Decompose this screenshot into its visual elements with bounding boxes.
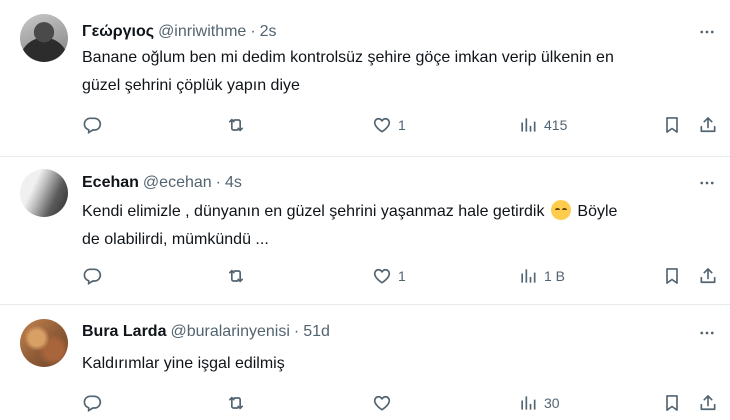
like-count: 1 (398, 117, 406, 133)
more-icon[interactable] (698, 174, 716, 192)
bookmark-button[interactable] (662, 264, 682, 288)
timestamp[interactable]: 51d (303, 323, 330, 341)
tweet-text-line: Kendi elimizle , dünyanın en güzel şehri… (82, 198, 718, 226)
reply-icon (82, 393, 102, 413)
tweet-text: Kaldırımlar yine işgal edilmiş (82, 350, 718, 378)
views-icon (518, 266, 538, 286)
retweet-icon (226, 393, 246, 413)
reply-button[interactable] (82, 264, 102, 288)
avatar[interactable] (20, 14, 68, 62)
views-icon (518, 393, 538, 413)
author-handle[interactable]: @buralarinyenisi (170, 323, 289, 341)
heart-icon (372, 393, 392, 413)
share-button[interactable] (698, 391, 718, 415)
reply-button[interactable] (82, 391, 102, 415)
tweet-header: Ecehan @ecehan · 4s (82, 172, 242, 194)
retweet-button[interactable] (226, 391, 246, 415)
tweet-text-line: güzel şehrini çöplük yapın diye (82, 77, 300, 94)
separator-dot: · (250, 23, 256, 40)
reply-button[interactable] (82, 113, 102, 137)
like-count: 1 (398, 268, 406, 284)
more-icon[interactable] (698, 23, 716, 41)
views-icon (518, 115, 538, 135)
views-button[interactable]: 30 (518, 391, 560, 415)
more-icon[interactable] (698, 324, 716, 342)
reply-icon (82, 115, 102, 135)
views-button[interactable]: 1 B (518, 264, 565, 288)
tweet-header: Γεώργιος @inriwithme · 2s (82, 21, 277, 43)
share-button[interactable] (698, 264, 718, 288)
views-button[interactable]: 415 (518, 113, 567, 137)
like-button[interactable]: 1 (372, 264, 406, 288)
heart-icon (372, 266, 392, 286)
action-bar: 30 (0, 391, 730, 415)
bookmark-icon (662, 115, 682, 135)
author-handle[interactable]: @ecehan (143, 174, 212, 192)
tweet-text-line: de olabilirdi, mümkündü ... (82, 231, 269, 248)
tweet[interactable]: Γεώργιος @inriwithme · 2s Banane oğlum b… (0, 0, 730, 156)
avatar[interactable] (20, 319, 68, 367)
author-name[interactable]: Bura Larda (82, 323, 166, 341)
bookmark-icon (662, 393, 682, 413)
tweet[interactable]: Bura Larda @buralarinyenisi · 51d Kaldır… (0, 305, 730, 420)
retweet-button[interactable] (226, 264, 246, 288)
timestamp[interactable]: 2s (260, 23, 277, 41)
like-button[interactable]: 1 (372, 113, 406, 137)
action-bar: 1 415 (0, 113, 730, 137)
heart-icon (372, 115, 392, 135)
view-count: 415 (544, 117, 568, 133)
action-bar: 1 1 B (0, 264, 730, 288)
reply-icon (82, 266, 102, 286)
tweet-text-part: Kendi elimizle , dünyanın en güzel şehri… (82, 203, 545, 220)
tweet-header: Bura Larda @buralarinyenisi · 51d (82, 321, 330, 343)
tweet-text-line: Kaldırımlar yine işgal edilmiş (82, 355, 285, 372)
author-name[interactable]: Ecehan (82, 174, 139, 192)
separator-dot: · (215, 174, 221, 191)
share-icon (698, 115, 718, 135)
avatar[interactable] (20, 169, 68, 217)
separator-dot: · (293, 323, 300, 340)
share-icon (698, 266, 718, 286)
retweet-button[interactable] (226, 113, 246, 137)
timestamp[interactable]: 4s (225, 174, 242, 192)
like-button[interactable] (372, 391, 392, 415)
bookmark-button[interactable] (662, 391, 682, 415)
author-name[interactable]: Γεώργιος (82, 23, 154, 41)
author-handle[interactable]: @inriwithme (158, 23, 246, 41)
share-icon (698, 393, 718, 413)
view-count: 1 B (544, 268, 566, 284)
retweet-icon (226, 115, 246, 135)
bookmark-button[interactable] (662, 113, 682, 137)
share-button[interactable] (698, 113, 718, 137)
tweet-text-line: Banane oğlum ben mi dedim kontrolsüz şeh… (82, 49, 614, 66)
tweet-text: Kendi elimizle , dünyanın en güzel şehri… (82, 198, 718, 254)
pensive-face-emoji (550, 200, 571, 220)
bookmark-icon (662, 266, 682, 286)
view-count: 30 (544, 395, 560, 411)
tweet-text: Banane oğlum ben mi dedim kontrolsüz şeh… (82, 44, 718, 100)
tweet[interactable]: Ecehan @ecehan · 4s Kendi elimizle , dün… (0, 157, 730, 304)
retweet-icon (226, 266, 246, 286)
tweet-text-part: Böyle (577, 203, 618, 220)
